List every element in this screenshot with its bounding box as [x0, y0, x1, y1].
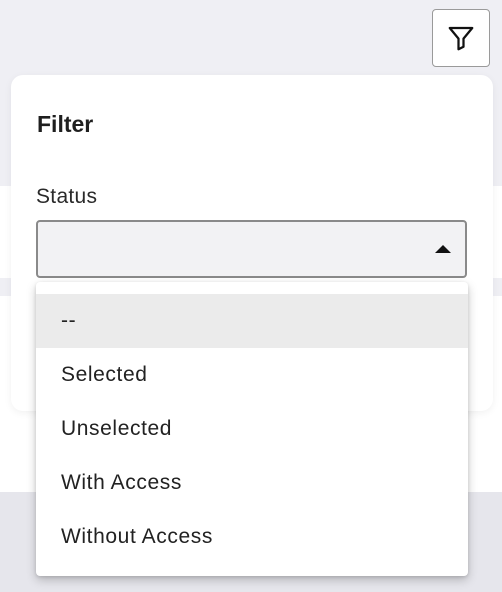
status-select[interactable] [36, 220, 467, 278]
dropdown-option-without-access[interactable]: Without Access [36, 510, 468, 564]
panel-title: Filter [37, 111, 94, 137]
dropdown-option-none[interactable]: -- [36, 294, 468, 348]
filter-button[interactable] [432, 9, 490, 67]
status-dropdown-list: -- Selected Unselected With Access Witho… [36, 282, 468, 576]
dropdown-option-with-access[interactable]: With Access [36, 456, 468, 510]
dropdown-option-unselected[interactable]: Unselected [36, 402, 468, 456]
filter-icon [446, 23, 476, 53]
status-label: Status [36, 185, 98, 208]
caret-up-icon [435, 245, 451, 253]
dropdown-option-selected[interactable]: Selected [36, 348, 468, 402]
